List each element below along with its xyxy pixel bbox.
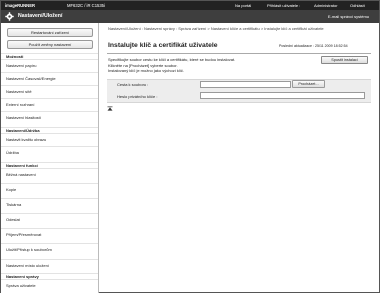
page-title: Instalujte klíč a certifikát uživatele (108, 42, 218, 49)
file-path-label: Cesta k souboru : (117, 82, 149, 87)
current-user: Administrator (314, 3, 338, 8)
sidebar-item-network[interactable]: Nastavení sítě (1, 85, 98, 98)
description: Specifikujte soubor cestu ke klíči a cer… (108, 57, 308, 74)
gear-icon (5, 12, 14, 21)
last-updated: Poslední aktualizace : 25/11 2009 18:52:… (279, 44, 348, 48)
divider (107, 53, 371, 54)
title-bar: Nastavení/Uložení E-mail správci systému (1, 10, 379, 23)
brand-name: imageRUNNER (5, 3, 36, 8)
sidebar: Restartování zařízení Použít změny nasta… (1, 23, 99, 293)
email-admin-link[interactable]: E-mail správci systému (328, 14, 369, 19)
apply-settings-button[interactable]: Použít změny nastavení (7, 40, 93, 49)
back-to-top-icon[interactable] (107, 106, 113, 111)
file-path-input[interactable] (200, 81, 291, 88)
sidebar-item-copy[interactable]: Kopie (1, 183, 98, 196)
start-install-button[interactable]: Spustit instalaci (321, 56, 368, 64)
sidebar-item-send[interactable]: Odeslat (1, 213, 98, 226)
private-key-password-input[interactable] (200, 92, 365, 99)
page-section-title: Nastavení/Uložení (18, 13, 63, 19)
sidebar-item-volume[interactable]: Nastavení hlasitosti (1, 111, 98, 124)
sidebar-item-maintenance[interactable]: Údržba (1, 146, 98, 159)
login-user-label: Přihlásit uživatele : (267, 3, 301, 8)
sidebar-item-storage-location[interactable]: Nastavení místo uložení (1, 259, 98, 272)
sidebar-item-paper[interactable]: Nastavení papíru (1, 59, 98, 72)
top-bar: imageRUNNER MF632C / iR C1535i Na portál… (1, 1, 379, 10)
sidebar-item-image-quality[interactable]: Nastavit kvalitu obrazu (1, 133, 98, 146)
portal-link[interactable]: Na portál (235, 3, 251, 8)
browse-button[interactable]: Procházet... (292, 80, 325, 88)
private-key-password-label: Heslo privátního klíče : (117, 94, 158, 99)
sidebar-item-printer[interactable]: Tiskárna (1, 198, 98, 211)
sidebar-item-common[interactable]: Běžná nastavení (1, 168, 98, 181)
sidebar-item-receive-forward[interactable]: Příjem/Přesměrovat (1, 228, 98, 241)
sidebar-item-user-management[interactable]: Správa uživatele (1, 279, 98, 292)
description-line: Instalovaný klíč je možno jako výchozí k… (108, 68, 185, 74)
restart-device-button[interactable]: Restartování zařízení (7, 28, 93, 37)
device-model: MF632C / iR C1535i (67, 3, 105, 8)
sidebar-item-timer-energy[interactable]: Nastavení Časovač/Energie (1, 72, 98, 85)
sidebar-item-external-interface[interactable]: Externí rozhraní (1, 98, 98, 111)
sidebar-item-store-access[interactable]: Uložit/Přístup k souborům (1, 243, 98, 256)
breadcrumb[interactable]: Nastavení/Uložení : Nastavení správy : S… (108, 26, 363, 31)
logout-link[interactable]: Odhlásit (350, 3, 365, 8)
